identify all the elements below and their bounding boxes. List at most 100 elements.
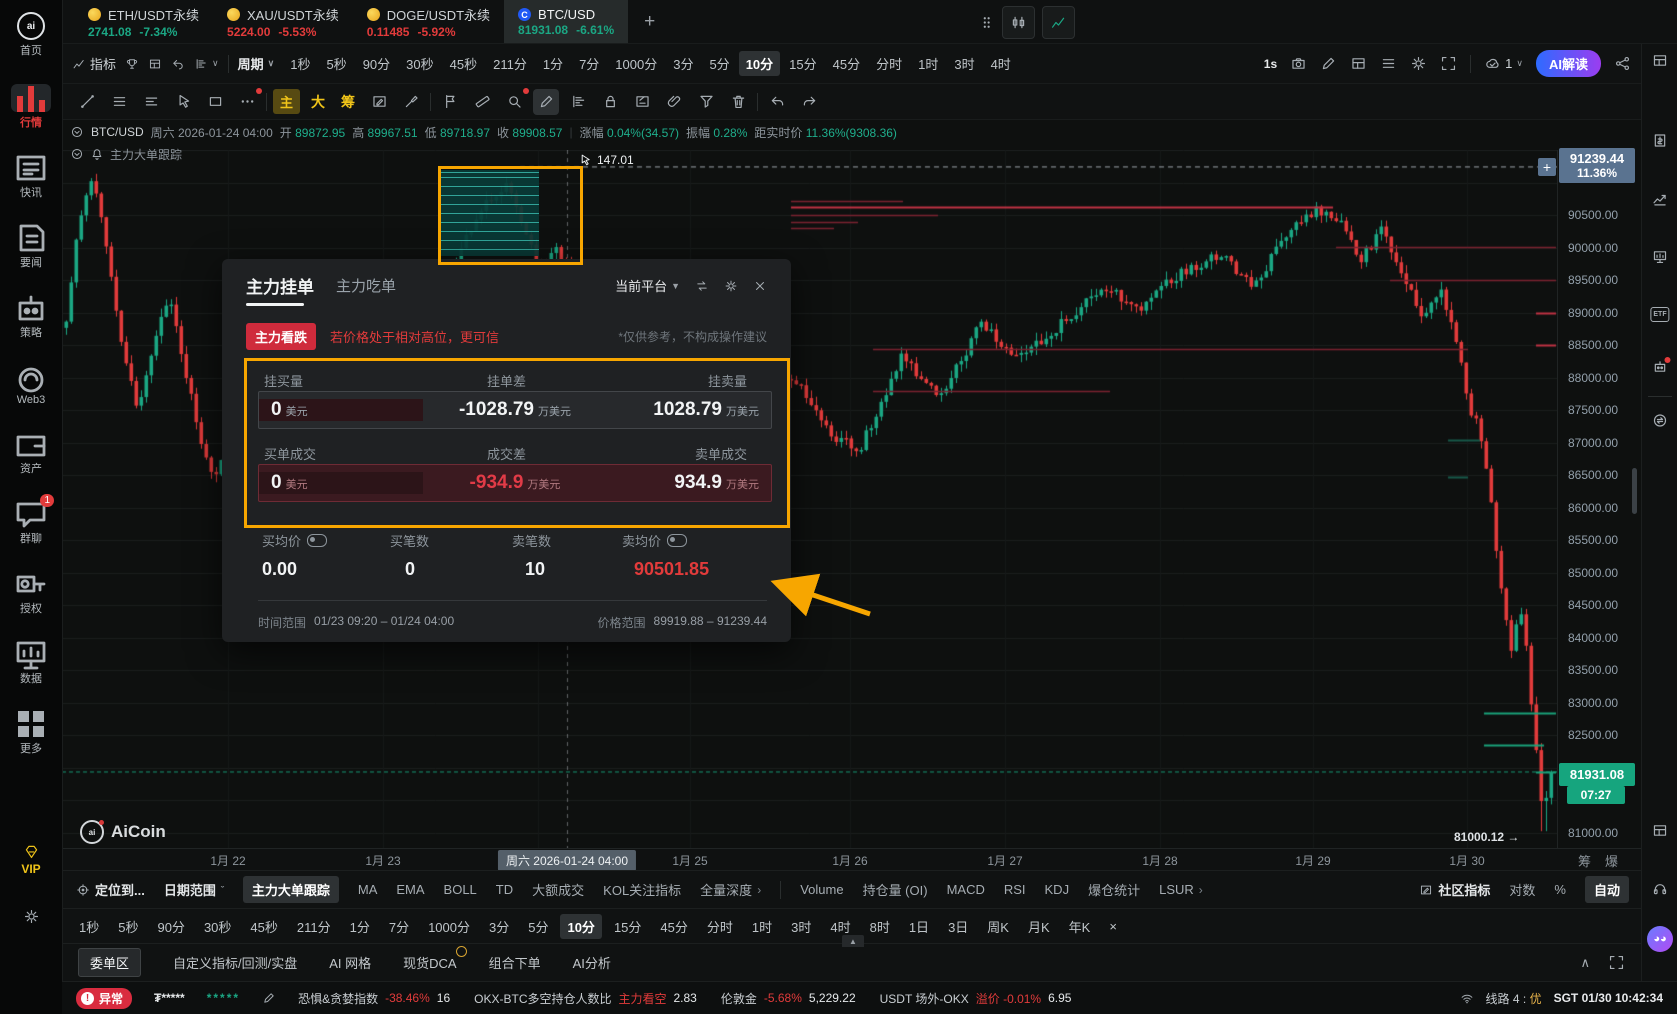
filter-tool-icon[interactable] [693,89,719,115]
period2-3时[interactable]: 3时 [784,914,818,939]
sidebar-item-assets[interactable]: 资产 [0,430,62,476]
period-5分[interactable]: 5分 [702,51,736,76]
list-icon[interactable] [1380,55,1397,72]
time-tick[interactable]: 1月 27 [987,852,1022,869]
period2-年K[interactable]: 年K [1062,914,1098,939]
axis-scrollbar[interactable] [1632,468,1637,514]
period-3时[interactable]: 3时 [947,51,981,76]
period-45分[interactable]: 45分 [826,51,867,76]
swap-icon[interactable] [695,279,709,293]
period-90分[interactable]: 90分 [356,51,397,76]
funding-icon[interactable] [1652,132,1669,152]
period2-5分[interactable]: 5分 [521,914,555,939]
indicator-定位到-[interactable]: 定位到... [76,880,145,899]
popup-close-icon[interactable] [753,279,767,293]
magnet-tool-icon[interactable] [661,89,687,115]
zoom-tool-icon[interactable] [501,89,527,115]
cursor-tool-icon[interactable] [170,89,196,115]
period-3分[interactable]: 3分 [666,51,700,76]
indicator-持仓量-oi-[interactable]: 持仓量 (OI) [863,880,928,899]
add-ticker-button[interactable]: + [628,0,671,43]
period2-3日[interactable]: 3日 [941,914,975,939]
hline-tool-icon[interactable] [106,89,132,115]
draw-icon[interactable] [1320,55,1337,72]
period2-×[interactable]: × [1102,916,1124,937]
sidebar-item-group-chat[interactable]: 群聊1 [0,500,62,546]
period2-211分[interactable]: 211分 [290,914,338,939]
collapse-tracker-icon[interactable] [70,147,84,161]
ai-analysis-button[interactable]: AI解读 [1536,50,1601,77]
trend-icon[interactable] [1652,190,1669,210]
period-4时[interactable]: 4时 [984,51,1018,76]
time-tick[interactable]: 1月 28 [1142,852,1177,869]
collapse-ohlc-icon[interactable] [70,125,84,139]
period2-10分[interactable]: 10分 [560,914,601,939]
alert-price-badge[interactable]: 91239.44 11.36% [1559,148,1635,183]
sidebar-item-vip[interactable]: VIP [0,843,62,876]
parallel-lines-tool-icon[interactable] [138,89,164,115]
bottom-tab-委单区[interactable]: 委单区 [78,948,141,977]
share-icon[interactable] [1614,55,1631,72]
indicator-rsi[interactable]: RSI [1004,882,1026,897]
period-30秒[interactable]: 30秒 [399,51,440,76]
period2-月K[interactable]: 月K [1021,914,1057,939]
add-alert-button[interactable]: + [1538,158,1556,176]
time-tick[interactable]: 1月 26 [832,852,867,869]
rectangle-tool-icon[interactable] [202,89,228,115]
order-form-icon[interactable] [629,89,655,115]
etf-icon[interactable]: ETF [1650,304,1669,319]
redo-icon[interactable] [796,89,822,115]
chips-burst-labels[interactable]: 筹爆 [1578,851,1632,870]
edit-watchlist-icon[interactable] [262,991,276,1005]
period-1秒[interactable]: 1秒 [283,51,317,76]
period2-5秒[interactable]: 5秒 [111,914,145,939]
indicator-macd[interactable]: MACD [947,882,985,897]
indicator-kol关注指标[interactable]: KOL关注指标 [603,880,681,899]
chart-view-button[interactable] [1042,6,1075,39]
indicator-社区指标[interactable]: 社区指标 [1419,880,1490,899]
period-15分[interactable]: 15分 [782,51,823,76]
indicator-ema[interactable]: EMA [396,882,424,897]
price-axis[interactable]: 91500.0090500.0090000.0089500.0089000.00… [1557,150,1642,848]
ai-robot-icon[interactable] [1652,358,1669,378]
kline-view-button[interactable] [1002,6,1035,39]
market-data-icon[interactable] [1652,248,1669,268]
period2-30秒[interactable]: 30秒 [197,914,238,939]
ticker-tab-btc[interactable]: CBTC/USD81931.08-6.61% [504,0,628,43]
indicator-lsur[interactable]: LSUR› [1159,882,1203,897]
period2-1秒[interactable]: 1秒 [72,914,106,939]
tab-main-force-pending-orders[interactable]: 主力挂单 [246,273,314,298]
indicator-日期范围[interactable]: 日期范围ˇ [164,880,224,899]
ticker-tab-doge[interactable]: DOGE/USDT永续0.11485-5.92% [353,0,504,43]
sidebar-item-strategy[interactable]: 策略 [0,294,62,340]
indicator-对数[interactable]: 对数 [1509,880,1535,899]
indicator-爆仓统计[interactable]: 爆仓统计 [1088,880,1140,899]
period2-45分[interactable]: 45分 [653,914,694,939]
compare-icon[interactable] [148,57,162,71]
time-tick[interactable]: 1月 23 [365,852,400,869]
sidebar-item-market[interactable]: 行情 [0,84,62,130]
indicator-menu[interactable]: 指标 [72,54,116,73]
support-headset-icon[interactable] [1652,880,1669,900]
bottom-tab-ai-网格[interactable]: AI 网格 [329,953,371,972]
chips-button[interactable]: 筹 [336,90,360,114]
sidebar-item-data[interactable]: 数据 [0,640,62,686]
time-tick[interactable]: 1月 22 [210,852,245,869]
period2-周K[interactable]: 周K [980,914,1016,939]
time-axis[interactable]: 1月 221月 23周六 2026-01-24 04:001月 251月 261… [62,848,1641,871]
expand-panel-icon[interactable] [1608,954,1625,971]
period2-90分[interactable]: 90分 [150,914,191,939]
period2-45秒[interactable]: 45秒 [243,914,284,939]
assistant-avatar[interactable]: ◕◕ [1647,926,1673,952]
period2-15分[interactable]: 15分 [607,914,648,939]
main-chart-button[interactable]: 主 [273,89,300,114]
tab-main-force-taker-orders[interactable]: 主力吃单 [336,275,396,296]
edit-note-icon[interactable] [366,89,392,115]
big-orders-button[interactable]: 大 [306,90,330,114]
bottom-tab-ai分析[interactable]: AI分析 [573,953,611,972]
sidebar-settings-button[interactable] [0,908,62,925]
indicator-自动[interactable]: 自动 [1585,876,1629,903]
lock-tool-icon[interactable] [597,89,623,115]
replay-icon[interactable] [171,57,185,71]
panel-layout-icon[interactable] [1350,55,1367,72]
